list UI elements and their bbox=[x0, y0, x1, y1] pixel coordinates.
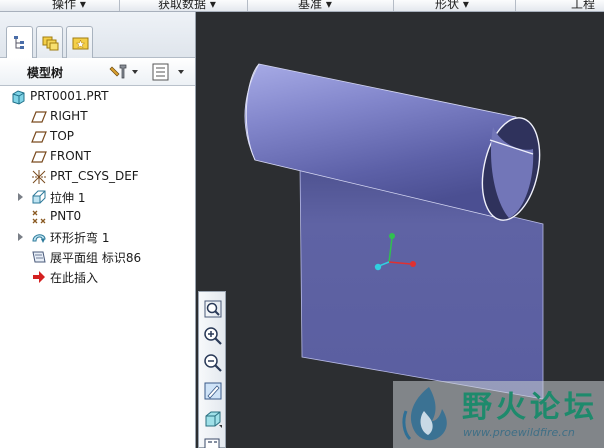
tree-item-label: RIGHT bbox=[50, 109, 88, 123]
tree-item-part[interactable]: PRT0001.PRT bbox=[0, 87, 195, 107]
tree-item-label: 环形折弯 1 bbox=[50, 231, 110, 245]
tree-item-top[interactable]: TOP bbox=[0, 127, 195, 147]
tree-item-front[interactable]: FRONT bbox=[0, 147, 195, 167]
display-style-button[interactable] bbox=[202, 408, 224, 430]
view-toolbar bbox=[198, 291, 226, 448]
tree-item-insert-here[interactable]: 在此插入 bbox=[0, 267, 195, 287]
saved-orientations-icon bbox=[204, 438, 220, 448]
ribbon-group-bar: 操作 ▾ 获取数据 ▾ 基准 ▾ 形状 ▾ 工程 bbox=[0, 0, 604, 12]
extrude-icon bbox=[32, 190, 46, 204]
menu-datum-label: 基准 bbox=[298, 0, 323, 11]
tree-show-button[interactable] bbox=[152, 62, 190, 82]
datum-plane-icon bbox=[31, 131, 47, 143]
expand-arrow-icon[interactable] bbox=[18, 233, 23, 241]
separator bbox=[515, 0, 516, 11]
part-icon bbox=[12, 90, 25, 105]
model-tree-icon bbox=[14, 36, 24, 49]
datum-point-icon bbox=[32, 210, 46, 224]
model-tree-title: 模型树 bbox=[27, 66, 64, 80]
menu-operations[interactable]: 操作 ▾ bbox=[52, 0, 86, 11]
tree-item-label: PRT_CSYS_DEF bbox=[50, 169, 139, 183]
menu-get-data[interactable]: 获取数据 ▾ bbox=[158, 0, 216, 11]
flame-logo-icon bbox=[402, 387, 447, 441]
tree-item-label: PNT0 bbox=[50, 209, 82, 223]
tree-item-flatten-quilt[interactable]: 展平面组 标识86 bbox=[0, 247, 195, 267]
menu-engineering-label: 工程 bbox=[571, 0, 596, 11]
flatten-quilt-icon bbox=[32, 251, 46, 263]
separator bbox=[247, 0, 248, 11]
shaded-cube-icon bbox=[205, 411, 222, 428]
tree-item-toroidal-bend[interactable]: 环形折弯 1 bbox=[0, 227, 195, 247]
tree-item-label: 拉伸 1 bbox=[50, 191, 86, 205]
datum-plane-icon bbox=[31, 111, 47, 123]
zoom-in-button[interactable] bbox=[202, 325, 224, 347]
separator bbox=[393, 0, 394, 11]
tree-item-csys[interactable]: PRT_CSYS_DEF bbox=[0, 167, 195, 187]
menu-operations-label: 操作 bbox=[52, 0, 77, 11]
z-axis-end bbox=[374, 263, 382, 271]
tree-item-label: 展平面组 标识86 bbox=[50, 251, 142, 265]
coordinate-system-icon bbox=[32, 170, 46, 184]
menu-get-data-label: 获取数据 bbox=[158, 0, 207, 11]
tree-settings-button[interactable] bbox=[109, 62, 141, 82]
dropdown-arrow-icon: ▾ bbox=[462, 0, 469, 11]
menu-engineering[interactable]: 工程 bbox=[571, 0, 596, 11]
tree-item-label: PRT0001.PRT bbox=[30, 89, 109, 103]
dropdown-arrow-icon: ▾ bbox=[79, 0, 86, 11]
toroidal-bend-icon bbox=[32, 234, 46, 243]
zoom-in-icon bbox=[204, 327, 222, 345]
saved-views-button[interactable] bbox=[202, 434, 224, 448]
watermark-url: www.proewildfire.cn bbox=[463, 426, 575, 439]
separator bbox=[119, 0, 120, 11]
model-tree-header: 模型树 bbox=[0, 58, 195, 86]
tree-item-label: 在此插入 bbox=[50, 271, 99, 285]
y-axis-end bbox=[389, 233, 395, 239]
tab-favorites[interactable] bbox=[66, 26, 93, 58]
tab-model-tree[interactable] bbox=[6, 26, 33, 59]
tree-item-label: TOP bbox=[50, 129, 75, 143]
dropdown-arrow-icon: ▾ bbox=[209, 0, 216, 11]
tree-item-point[interactable]: PNT0 bbox=[0, 207, 195, 227]
navigator-tabs bbox=[0, 12, 195, 59]
menu-datum[interactable]: 基准 ▾ bbox=[298, 0, 332, 11]
zoom-out-button[interactable] bbox=[202, 352, 224, 374]
folder-browser-icon bbox=[42, 36, 59, 51]
tools-icon bbox=[109, 64, 138, 79]
forum-watermark: 野火论坛 www.proewildfire.cn bbox=[393, 381, 604, 448]
tree-item-label: FRONT bbox=[50, 149, 91, 163]
datum-plane-icon bbox=[31, 151, 47, 163]
repaint-icon bbox=[204, 382, 222, 400]
menu-shapes[interactable]: 形状 ▾ bbox=[435, 0, 469, 11]
navigator-panel: 模型树 PRT0001.PRT RIGHT TOP FRONT PRT_CSYS… bbox=[0, 12, 196, 448]
dropdown-arrow-icon: ▾ bbox=[325, 0, 332, 11]
menu-shapes-label: 形状 bbox=[435, 0, 460, 11]
x-axis-end bbox=[410, 261, 416, 267]
refit-icon bbox=[204, 300, 222, 318]
refit-button[interactable] bbox=[202, 298, 224, 320]
expand-arrow-icon[interactable] bbox=[18, 193, 23, 201]
favorites-folder-icon bbox=[72, 37, 89, 50]
zoom-out-icon bbox=[204, 354, 222, 372]
tree-item-extrude[interactable]: 拉伸 1 bbox=[0, 187, 195, 207]
tab-folder-browser[interactable] bbox=[36, 26, 63, 58]
list-view-icon bbox=[152, 63, 184, 81]
tree-item-right[interactable]: RIGHT bbox=[0, 107, 195, 127]
repaint-button[interactable] bbox=[202, 380, 224, 402]
watermark-title: 野火论坛 bbox=[462, 390, 598, 425]
insert-here-arrow-icon bbox=[33, 271, 45, 283]
